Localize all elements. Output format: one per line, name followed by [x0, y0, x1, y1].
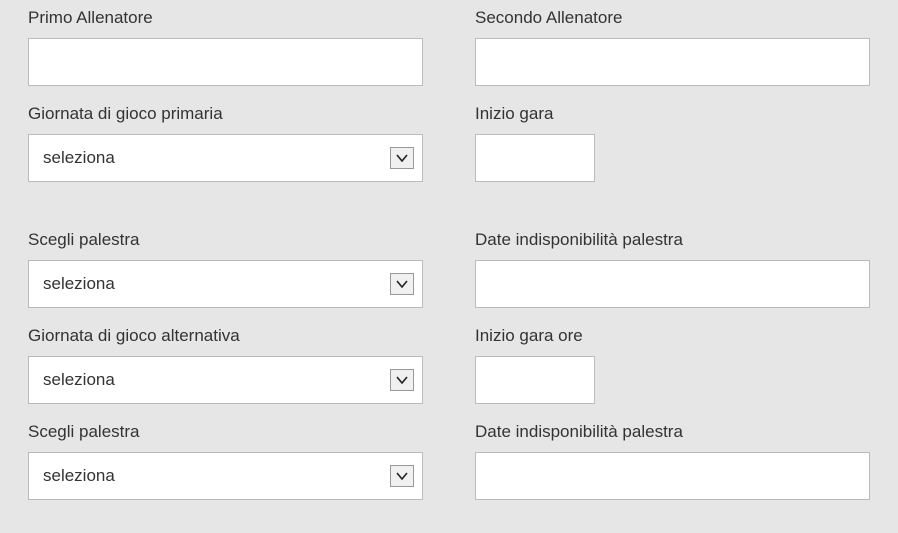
field-secondo-allenatore: Secondo Allenatore — [475, 8, 870, 86]
giornata-primaria-select[interactable]: seleziona — [28, 134, 423, 182]
field-scegli-palestra-1: Scegli palestra seleziona — [28, 230, 423, 308]
label-date-indisponibilita-1: Date indisponibilità palestra — [475, 230, 870, 250]
giornata-alternativa-select[interactable]: seleziona — [28, 356, 423, 404]
chevron-down-icon — [390, 369, 414, 391]
label-inizio-gara-ore: Inizio gara ore — [475, 326, 870, 346]
field-inizio-gara-ore: Inizio gara ore — [475, 326, 870, 404]
label-primo-allenatore: Primo Allenatore — [28, 8, 423, 28]
form-grid: Primo Allenatore Secondo Allenatore Gior… — [28, 8, 870, 518]
chevron-down-icon — [390, 147, 414, 169]
chevron-down-icon — [390, 273, 414, 295]
scegli-palestra-1-select[interactable]: seleziona — [28, 260, 423, 308]
label-date-indisponibilita-2: Date indisponibilità palestra — [475, 422, 870, 442]
field-date-indisponibilita-2: Date indisponibilità palestra — [475, 422, 870, 500]
giornata-alternativa-selected: seleziona — [43, 370, 115, 390]
secondo-allenatore-input[interactable] — [475, 38, 870, 86]
chevron-down-icon — [390, 465, 414, 487]
scegli-palestra-2-select[interactable]: seleziona — [28, 452, 423, 500]
label-giornata-primaria: Giornata di gioco primaria — [28, 104, 423, 124]
label-secondo-allenatore: Secondo Allenatore — [475, 8, 870, 28]
date-indisponibilita-1-input[interactable] — [475, 260, 870, 308]
field-date-indisponibilita-1: Date indisponibilità palestra — [475, 230, 870, 308]
field-primo-allenatore: Primo Allenatore — [28, 8, 423, 86]
label-inizio-gara: Inizio gara — [475, 104, 870, 124]
label-scegli-palestra-1: Scegli palestra — [28, 230, 423, 250]
label-scegli-palestra-2: Scegli palestra — [28, 422, 423, 442]
field-giornata-primaria: Giornata di gioco primaria seleziona — [28, 104, 423, 182]
field-giornata-alternativa: Giornata di gioco alternativa seleziona — [28, 326, 423, 404]
label-giornata-alternativa: Giornata di gioco alternativa — [28, 326, 423, 346]
field-inizio-gara: Inizio gara — [475, 104, 870, 182]
scegli-palestra-2-selected: seleziona — [43, 466, 115, 486]
primo-allenatore-input[interactable] — [28, 38, 423, 86]
inizio-gara-input[interactable] — [475, 134, 595, 182]
inizio-gara-ore-input[interactable] — [475, 356, 595, 404]
date-indisponibilita-2-input[interactable] — [475, 452, 870, 500]
field-scegli-palestra-2: Scegli palestra seleziona — [28, 422, 423, 500]
giornata-primaria-selected: seleziona — [43, 148, 115, 168]
scegli-palestra-1-selected: seleziona — [43, 274, 115, 294]
